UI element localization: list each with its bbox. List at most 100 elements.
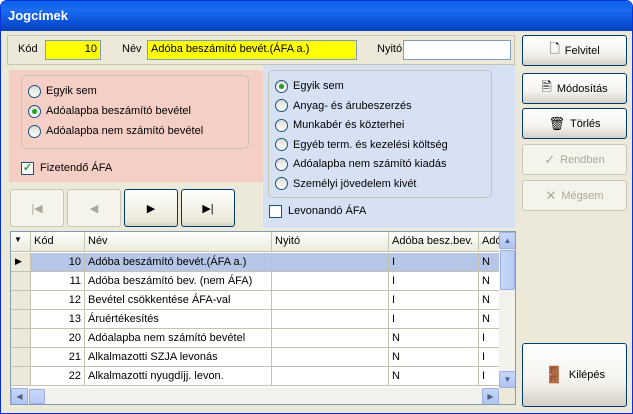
jogcimek-window: Jogcímek Kód 10 Név Adóba beszámító bevé… [0,0,633,414]
column-header[interactable]: Kód [31,232,85,252]
table-cell[interactable]: 20 [31,329,85,348]
radio-label: Adóalapba nem számító bevétel [46,125,204,137]
row-header[interactable] [11,310,31,329]
table-cell[interactable]: I [389,253,479,272]
nyito-field[interactable] [403,40,511,60]
right-option-3[interactable]: Egyéb term. és kezelési költség [275,137,448,153]
table-cell[interactable]: I [389,272,479,291]
table-cell[interactable]: N [389,367,479,386]
trash-icon: 🗑 [548,115,565,131]
right-option-1[interactable]: Anyag- és árubeszerzés [275,98,412,114]
table-cell[interactable]: Bevétel csökkentése ÁFA-val [85,291,272,310]
row-indicator-icon[interactable]: ▶ [11,253,31,272]
nav-next-button[interactable]: ▶ [124,189,178,227]
table-cell[interactable]: 21 [31,348,85,367]
row-header[interactable] [11,329,31,348]
torles-label: Törlés [569,117,601,130]
table-cell[interactable] [272,253,389,272]
table-cell[interactable]: 12 [31,291,85,310]
radio-label: Egyik sem [46,85,97,97]
table-cell[interactable]: I [389,291,479,310]
column-header[interactable]: Név [85,232,272,252]
scroll-right-icon[interactable]: ▶ [482,388,499,404]
table-cell[interactable] [272,310,389,329]
nav-prev-button[interactable]: ◀ [67,189,121,227]
left-option-1[interactable]: Adóalapba beszámító bevétel [28,103,191,119]
row-header[interactable] [11,291,31,310]
column-header[interactable]: Adóba besz.bev. [389,232,479,252]
table-cell[interactable]: Áruértékesítés [85,310,272,329]
radio-label: Egyéb term. és kezelési költség [293,138,448,151]
radio-label: Anyag- és árubeszerzés [293,99,412,112]
radio-button[interactable] [28,84,41,98]
vertical-scroll-thumb[interactable] [500,250,515,290]
fizetendo-afa-checkbox[interactable]: ✓ Fizetendő ÁFA [21,160,112,176]
table-cell[interactable]: 11 [31,272,85,291]
horizontal-scroll-thumb[interactable] [29,389,45,404]
felvitel-button[interactable]: 🗋 Felvitel [522,35,627,66]
right-radio-group: Egyik sem Anyag- és árubeszerzés Munkabér … [268,70,492,198]
kod-field[interactable]: 10 [45,40,101,60]
column-header[interactable]: Nyitó [272,232,389,252]
modositas-button[interactable]: 🖹 Módosítás [522,73,627,104]
table-cell[interactable]: N [389,348,479,367]
scroll-up-icon[interactable]: ▲ [499,232,515,249]
torles-button[interactable]: 🗑 Törlés [522,108,627,139]
radio-button[interactable] [275,157,288,171]
nev-field[interactable]: Adóba beszámító bevét.(ÁFA a.) [147,40,357,60]
row-header[interactable] [11,367,31,386]
right-option-4[interactable]: Adóalapba nem számító kiadás [275,156,446,172]
scroll-left-icon[interactable]: ◀ [11,388,28,404]
right-option-0[interactable]: Egyik sem [275,78,344,94]
table-cell[interactable]: 22 [31,367,85,386]
table-cell[interactable]: Adóba beszámító bevét.(ÁFA a.) [85,253,272,272]
window-title: Jogcímek [1,1,632,31]
radio-button[interactable] [28,104,41,118]
left-option-2[interactable]: Adóalapba nem számító bevétel [28,123,203,139]
radio-button[interactable] [275,79,288,93]
table-cell[interactable]: Alkalmazotti nyugdíjj. levon. [85,367,272,386]
horizontal-scrollbar[interactable]: ◀ ▶ [11,388,499,404]
table-cell[interactable]: I [389,310,479,329]
megsem-button[interactable]: ✕ Mégsem [522,180,627,211]
table-cell[interactable] [272,348,389,367]
radio-label: Egyik sem [293,80,344,92]
right-option-2[interactable]: Munkabér és közterhei [275,117,404,133]
levonando-afa-checkbox[interactable]: Levonandó ÁFA [269,203,366,219]
scroll-down-icon[interactable]: ▼ [499,371,515,388]
table-cell[interactable] [272,272,389,291]
table-cell[interactable]: Adóba beszámító bev. (nem ÁFA) [85,272,272,291]
felvitel-label: Felvitel [564,44,600,57]
left-option-0[interactable]: Egyik sem [28,83,97,99]
rendben-button[interactable]: ✓ Rendben [522,144,627,175]
kilepes-button[interactable]: 🚪 Kilépés [522,343,627,407]
row-header[interactable] [11,272,31,291]
nav-last-button[interactable]: ▶| [181,189,235,227]
nav-first-button[interactable]: |◀ [10,189,64,227]
table-cell[interactable] [272,367,389,386]
radio-button[interactable] [275,118,288,132]
table-cell[interactable]: Adóalapba nem számító bevétel [85,329,272,348]
vertical-scrollbar[interactable]: ▲ ▼ [499,232,515,388]
jogcim-table[interactable]: ▼ Kód Név Nyitó Adóba besz.bev. Adó ▶ 10 Adóba b… [10,231,516,405]
table-cell[interactable]: Alkalmazotti SZJA levonás [85,348,272,367]
right-option-5[interactable]: Személyi jövedelem kivét [275,176,417,192]
table-cell[interactable] [272,291,389,310]
nav-prev-icon: ◀ [89,202,99,215]
table-cell[interactable]: N [389,329,479,348]
radio-label: Adóalapba nem számító kiadás [293,158,447,170]
radio-button[interactable] [275,138,288,151]
table-cell[interactable] [272,329,389,348]
radio-button[interactable] [275,177,288,190]
fizetendo-afa-check[interactable]: ✓ [21,161,34,175]
nav-first-icon: |◀ [31,202,43,215]
table-cell[interactable]: 13 [31,310,85,329]
radio-button[interactable] [28,124,41,138]
levonando-afa-check[interactable] [269,204,282,218]
row-header[interactable] [11,348,31,367]
table-cell[interactable]: 10 [31,253,85,272]
radio-button[interactable] [275,99,288,112]
nav-last-icon: ▶| [202,202,214,215]
megsem-label: Mégsem [561,189,604,202]
radio-label: Adóalapba beszámító bevétel [46,105,191,117]
